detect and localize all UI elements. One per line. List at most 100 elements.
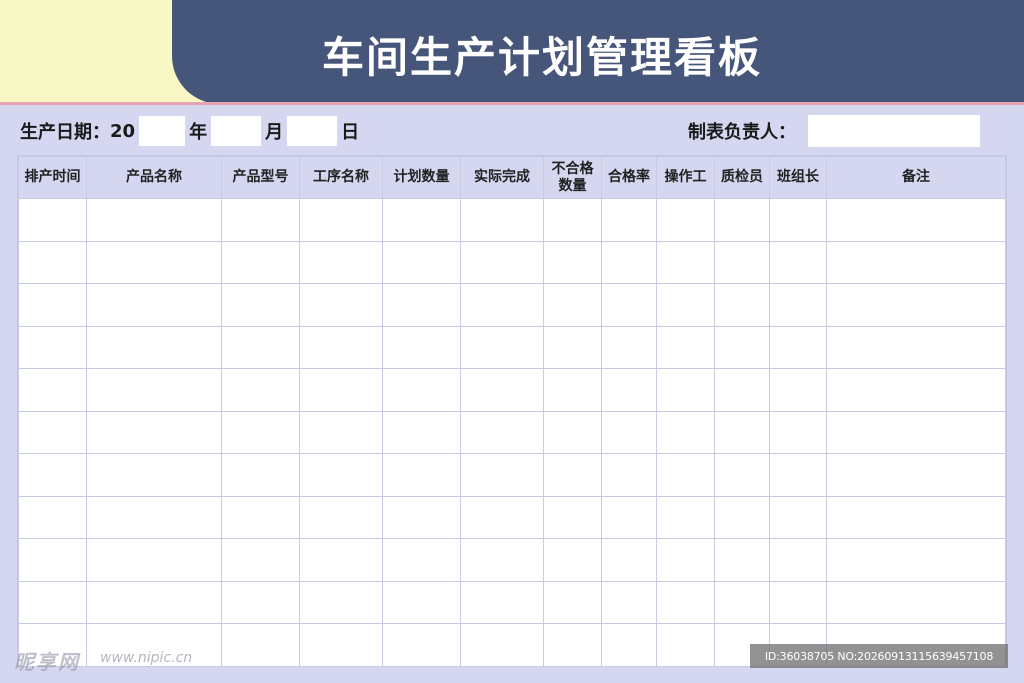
table-cell[interactable] (543, 580, 602, 624)
table-cell[interactable] (656, 580, 715, 624)
table-cell[interactable] (221, 240, 300, 284)
table-cell[interactable] (460, 453, 544, 497)
table-cell[interactable] (543, 410, 602, 454)
table-cell[interactable] (826, 410, 1006, 454)
table-cell[interactable] (86, 198, 222, 242)
table-cell[interactable] (299, 453, 383, 497)
table-cell[interactable] (86, 410, 222, 454)
table-cell[interactable] (769, 368, 827, 412)
table-cell[interactable] (221, 623, 300, 667)
table-cell[interactable] (656, 325, 715, 369)
table-cell[interactable] (86, 580, 222, 624)
table-cell[interactable] (18, 283, 87, 327)
table-cell[interactable] (221, 538, 300, 582)
table-cell[interactable] (299, 410, 383, 454)
table-cell[interactable] (769, 495, 827, 539)
table-cell[interactable] (543, 453, 602, 497)
table-cell[interactable] (460, 623, 544, 667)
table-cell[interactable] (769, 198, 827, 242)
table-cell[interactable] (460, 198, 544, 242)
year-field[interactable] (139, 116, 186, 146)
table-cell[interactable] (769, 453, 827, 497)
table-cell[interactable] (18, 538, 87, 582)
table-cell[interactable] (714, 410, 770, 454)
table-cell[interactable] (601, 538, 657, 582)
table-cell[interactable] (826, 538, 1006, 582)
table-cell[interactable] (299, 495, 383, 539)
table-cell[interactable] (601, 283, 657, 327)
table-cell[interactable] (460, 410, 544, 454)
table-cell[interactable] (769, 538, 827, 582)
table-cell[interactable] (18, 240, 87, 284)
table-cell[interactable] (382, 368, 461, 412)
table-cell[interactable] (543, 325, 602, 369)
table-cell[interactable] (382, 453, 461, 497)
table-cell[interactable] (382, 198, 461, 242)
table-cell[interactable] (460, 495, 544, 539)
table-cell[interactable] (714, 240, 770, 284)
table-cell[interactable] (18, 495, 87, 539)
table-cell[interactable] (299, 198, 383, 242)
table-cell[interactable] (543, 368, 602, 412)
table-cell[interactable] (656, 538, 715, 582)
table-cell[interactable] (826, 368, 1006, 412)
maker-field[interactable] (808, 115, 980, 147)
table-cell[interactable] (826, 198, 1006, 242)
table-cell[interactable] (299, 368, 383, 412)
table-cell[interactable] (382, 325, 461, 369)
table-cell[interactable] (826, 240, 1006, 284)
table-cell[interactable] (714, 283, 770, 327)
table-cell[interactable] (221, 580, 300, 624)
table-cell[interactable] (714, 495, 770, 539)
table-cell[interactable] (601, 325, 657, 369)
table-cell[interactable] (656, 495, 715, 539)
table-cell[interactable] (543, 198, 602, 242)
table-cell[interactable] (601, 368, 657, 412)
table-cell[interactable] (769, 240, 827, 284)
table-cell[interactable] (86, 283, 222, 327)
table-cell[interactable] (221, 283, 300, 327)
table-cell[interactable] (601, 198, 657, 242)
table-cell[interactable] (460, 368, 544, 412)
table-cell[interactable] (714, 198, 770, 242)
table-cell[interactable] (382, 240, 461, 284)
table-cell[interactable] (656, 198, 715, 242)
table-cell[interactable] (221, 198, 300, 242)
day-field[interactable] (287, 116, 338, 146)
table-cell[interactable] (86, 538, 222, 582)
table-cell[interactable] (221, 325, 300, 369)
table-cell[interactable] (382, 623, 461, 667)
table-cell[interactable] (826, 495, 1006, 539)
table-cell[interactable] (460, 283, 544, 327)
table-cell[interactable] (656, 283, 715, 327)
table-cell[interactable] (299, 240, 383, 284)
table-cell[interactable] (601, 623, 657, 667)
table-cell[interactable] (543, 538, 602, 582)
table-cell[interactable] (460, 240, 544, 284)
table-cell[interactable] (714, 368, 770, 412)
table-cell[interactable] (221, 453, 300, 497)
table-cell[interactable] (86, 453, 222, 497)
table-cell[interactable] (769, 410, 827, 454)
table-cell[interactable] (299, 283, 383, 327)
table-cell[interactable] (18, 325, 87, 369)
table-cell[interactable] (656, 410, 715, 454)
table-cell[interactable] (221, 410, 300, 454)
table-cell[interactable] (714, 538, 770, 582)
table-cell[interactable] (86, 368, 222, 412)
table-cell[interactable] (543, 495, 602, 539)
table-cell[interactable] (601, 240, 657, 284)
table-cell[interactable] (601, 410, 657, 454)
table-cell[interactable] (382, 538, 461, 582)
table-cell[interactable] (769, 325, 827, 369)
table-cell[interactable] (86, 325, 222, 369)
table-cell[interactable] (382, 283, 461, 327)
table-cell[interactable] (460, 580, 544, 624)
table-cell[interactable] (299, 580, 383, 624)
table-cell[interactable] (656, 368, 715, 412)
table-cell[interactable] (769, 283, 827, 327)
table-cell[interactable] (382, 495, 461, 539)
table-cell[interactable] (221, 368, 300, 412)
table-cell[interactable] (543, 623, 602, 667)
table-cell[interactable] (299, 325, 383, 369)
